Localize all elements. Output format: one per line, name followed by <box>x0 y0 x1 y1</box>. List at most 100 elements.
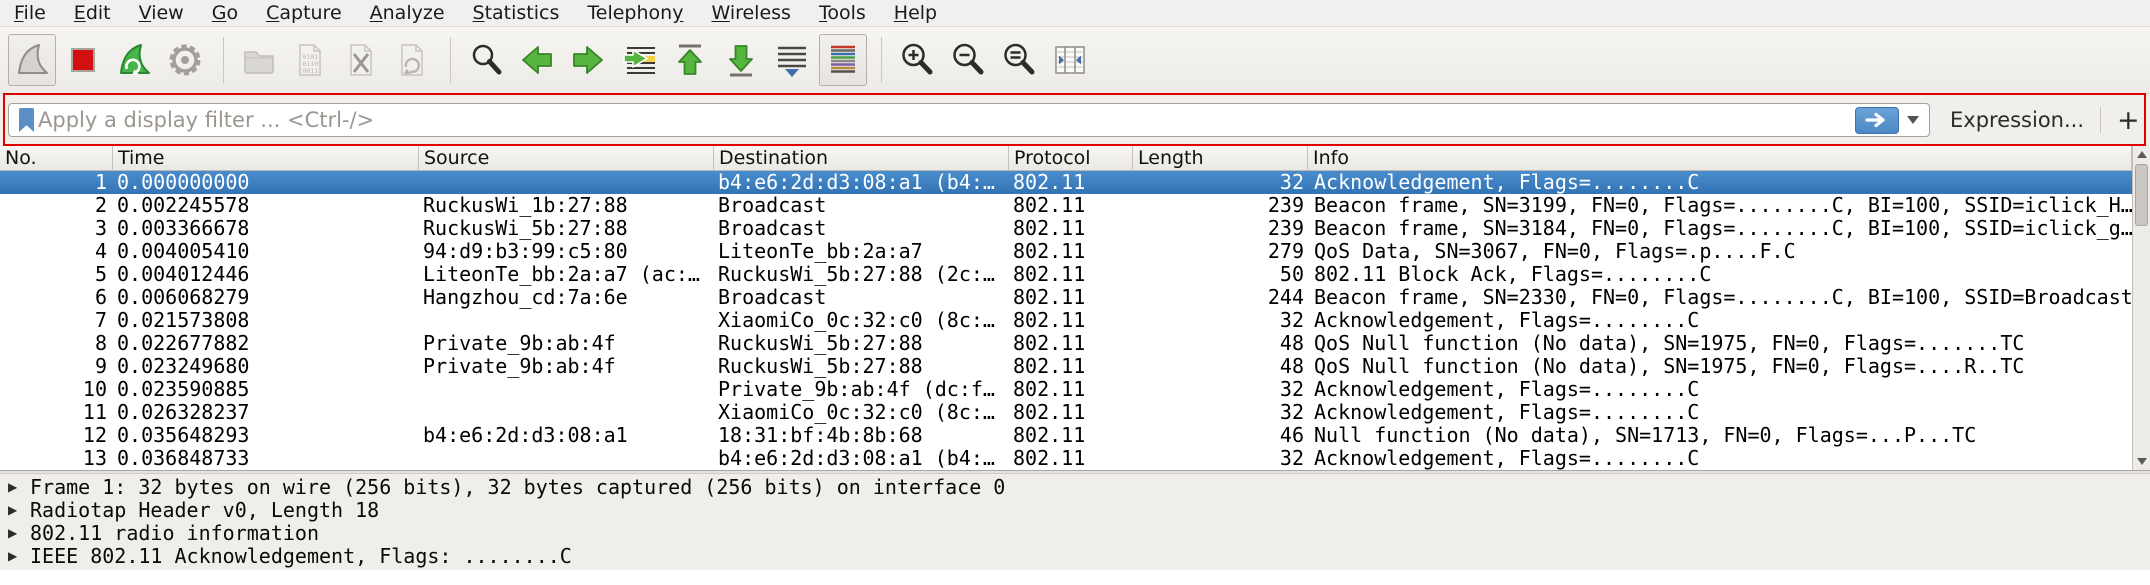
cell-source: Private_9b:ab:4f <box>419 332 714 355</box>
magnifier-icon <box>467 41 505 79</box>
go-back-button[interactable] <box>513 34 561 86</box>
packet-row-10[interactable]: 100.023590885Private_9b:ab:4f (dc:f…802.… <box>0 378 2132 401</box>
cell-protocol: 802.11 <box>1009 447 1133 470</box>
go-forward-button[interactable] <box>564 34 612 86</box>
cell-destination: LiteonTe_bb:2a:a7 <box>714 240 1009 263</box>
resize-columns-button[interactable] <box>1046 34 1094 86</box>
zoom-out-button[interactable] <box>944 34 992 86</box>
cell-time: 0.006068279 <box>113 286 419 309</box>
detail-line[interactable]: ▶Radiotap Header v0, Length 18 <box>0 499 2150 522</box>
arrow-up-icon <box>671 41 709 79</box>
display-filter-input[interactable] <box>8 103 1930 137</box>
menu-item-tools[interactable]: Tools <box>805 1 880 26</box>
scrollbar-thumb[interactable] <box>2135 164 2148 226</box>
capture-restart-button[interactable] <box>110 34 158 86</box>
menu-item-telephony[interactable]: Telephony <box>573 1 697 26</box>
cell-info: 802.11 Block Ack, Flags=........C <box>1308 263 2132 286</box>
detail-line[interactable]: ▶Frame 1: 32 bytes on wire (256 bits), 3… <box>0 476 2150 499</box>
cell-destination: Broadcast <box>714 194 1009 217</box>
menu-item-help[interactable]: Help <box>880 1 951 26</box>
cell-info: Beacon frame, SN=3199, FN=0, Flags=.....… <box>1308 194 2132 217</box>
expander-triangle-icon[interactable]: ▶ <box>8 476 30 499</box>
cell-destination: RuckusWi_5b:27:88 <box>714 355 1009 378</box>
go-first-button[interactable] <box>666 34 714 86</box>
cell-info: Beacon frame, SN=2330, FN=0, Flags=.....… <box>1308 286 2132 309</box>
cell-length: 48 <box>1133 332 1308 355</box>
column-header-source[interactable]: Source <box>419 146 714 170</box>
apply-filter-button[interactable] <box>1855 107 1899 134</box>
packet-row-4[interactable]: 40.00400541094:d9:b3:99:c5:80LiteonTe_bb… <box>0 240 2132 263</box>
detail-text: 802.11 radio information <box>30 522 319 545</box>
cell-time: 0.000000000 <box>113 171 419 194</box>
cell-destination: 18:31:bf:4b:8b:68 <box>714 424 1009 447</box>
zoom-out-icon <box>949 41 987 79</box>
cell-length: 239 <box>1133 194 1308 217</box>
find-packet-button[interactable] <box>462 34 510 86</box>
detail-line[interactable]: ▶802.11 radio information <box>0 522 2150 545</box>
zoom-original-button[interactable] <box>995 34 1043 86</box>
packet-row-1[interactable]: 10.000000000b4:e6:2d:d3:08:a1 (b4:…802.1… <box>0 171 2132 194</box>
packet-row-11[interactable]: 110.026328237XiaomiCo_0c:32:c0 (8c:…802.… <box>0 401 2132 424</box>
arrow-jump-icon <box>620 41 658 79</box>
expander-triangle-icon[interactable]: ▶ <box>8 522 30 545</box>
cell-no: 8 <box>0 332 113 355</box>
cell-protocol: 802.11 <box>1009 378 1133 401</box>
column-header-time[interactable]: Time <box>113 146 419 170</box>
packet-row-12[interactable]: 120.035648293b4:e6:2d:d3:08:a118:31:bf:4… <box>0 424 2132 447</box>
cell-source: RuckusWi_5b:27:88 <box>419 217 714 240</box>
column-header-no[interactable]: No. <box>0 146 113 170</box>
file-reload-button[interactable] <box>388 34 436 86</box>
bookmark-icon[interactable] <box>19 108 34 132</box>
menu-item-capture[interactable]: Capture <box>252 1 356 26</box>
packet-row-8[interactable]: 80.022677882Private_9b:ab:4fRuckusWi_5b:… <box>0 332 2132 355</box>
packet-row-7[interactable]: 70.021573808XiaomiCo_0c:32:c0 (8c:…802.1… <box>0 309 2132 332</box>
cell-destination: Broadcast <box>714 286 1009 309</box>
display-filter-text-field[interactable] <box>38 108 1855 132</box>
apply-arrow-icon <box>1864 112 1890 128</box>
menu-item-statistics[interactable]: Statistics <box>459 1 574 26</box>
packet-list-scrollbar[interactable] <box>2132 146 2150 470</box>
cell-source <box>419 378 714 401</box>
column-header-protocol[interactable]: Protocol <box>1009 146 1133 170</box>
file-save-button[interactable]: 010101100011 <box>286 34 334 86</box>
file-close-button[interactable] <box>337 34 385 86</box>
detail-line[interactable]: ▶IEEE 802.11 Acknowledgement, Flags: ...… <box>0 545 2150 568</box>
add-filter-button[interactable]: + <box>2117 105 2140 136</box>
cell-length: 279 <box>1133 240 1308 263</box>
expression-button[interactable]: Expression... <box>1950 108 2084 132</box>
filter-dropdown-caret-icon[interactable] <box>1907 116 1919 124</box>
capture-options-button[interactable] <box>161 34 209 86</box>
expander-triangle-icon[interactable]: ▶ <box>8 499 30 522</box>
cell-protocol: 802.11 <box>1009 263 1133 286</box>
go-to-packet-button[interactable] <box>615 34 663 86</box>
capture-start-button[interactable] <box>8 34 56 86</box>
packet-row-2[interactable]: 20.002245578RuckusWi_1b:27:88Broadcast80… <box>0 194 2132 217</box>
cell-protocol: 802.11 <box>1009 194 1133 217</box>
auto-scroll-button[interactable] <box>768 34 816 86</box>
menu-item-analyze[interactable]: Analyze <box>356 1 459 26</box>
menu-item-edit[interactable]: Edit <box>60 1 125 26</box>
scrollbar-up-button[interactable] <box>2133 146 2150 163</box>
packet-row-13[interactable]: 130.036848733b4:e6:2d:d3:08:a1 (b4:…802.… <box>0 447 2132 470</box>
go-last-button[interactable] <box>717 34 765 86</box>
resize-columns-icon <box>1051 41 1089 79</box>
column-header-length[interactable]: Length <box>1133 146 1308 170</box>
packet-row-6[interactable]: 60.006068279Hangzhou_cd:7a:6eBroadcast80… <box>0 286 2132 309</box>
column-header-destination[interactable]: Destination <box>714 146 1009 170</box>
column-header-info[interactable]: Info <box>1308 146 2132 170</box>
menu-item-wireless[interactable]: Wireless <box>697 1 805 26</box>
capture-stop-button[interactable] <box>59 34 107 86</box>
cell-no: 10 <box>0 378 113 401</box>
menu-item-go[interactable]: Go <box>198 1 252 26</box>
zoom-in-button[interactable] <box>893 34 941 86</box>
expander-triangle-icon[interactable]: ▶ <box>8 545 30 568</box>
packet-row-9[interactable]: 90.023249680Private_9b:ab:4fRuckusWi_5b:… <box>0 355 2132 378</box>
colorize-button[interactable] <box>819 34 867 86</box>
file-open-button[interactable] <box>235 34 283 86</box>
menu-item-file[interactable]: File <box>0 1 60 26</box>
scrollbar-down-button[interactable] <box>2133 453 2150 470</box>
arrow-down-icon <box>722 41 760 79</box>
packet-row-3[interactable]: 30.003366678RuckusWi_5b:27:88Broadcast80… <box>0 217 2132 240</box>
packet-row-5[interactable]: 50.004012446LiteonTe_bb:2a:a7 (ac:…Rucku… <box>0 263 2132 286</box>
menu-item-view[interactable]: View <box>125 1 198 26</box>
